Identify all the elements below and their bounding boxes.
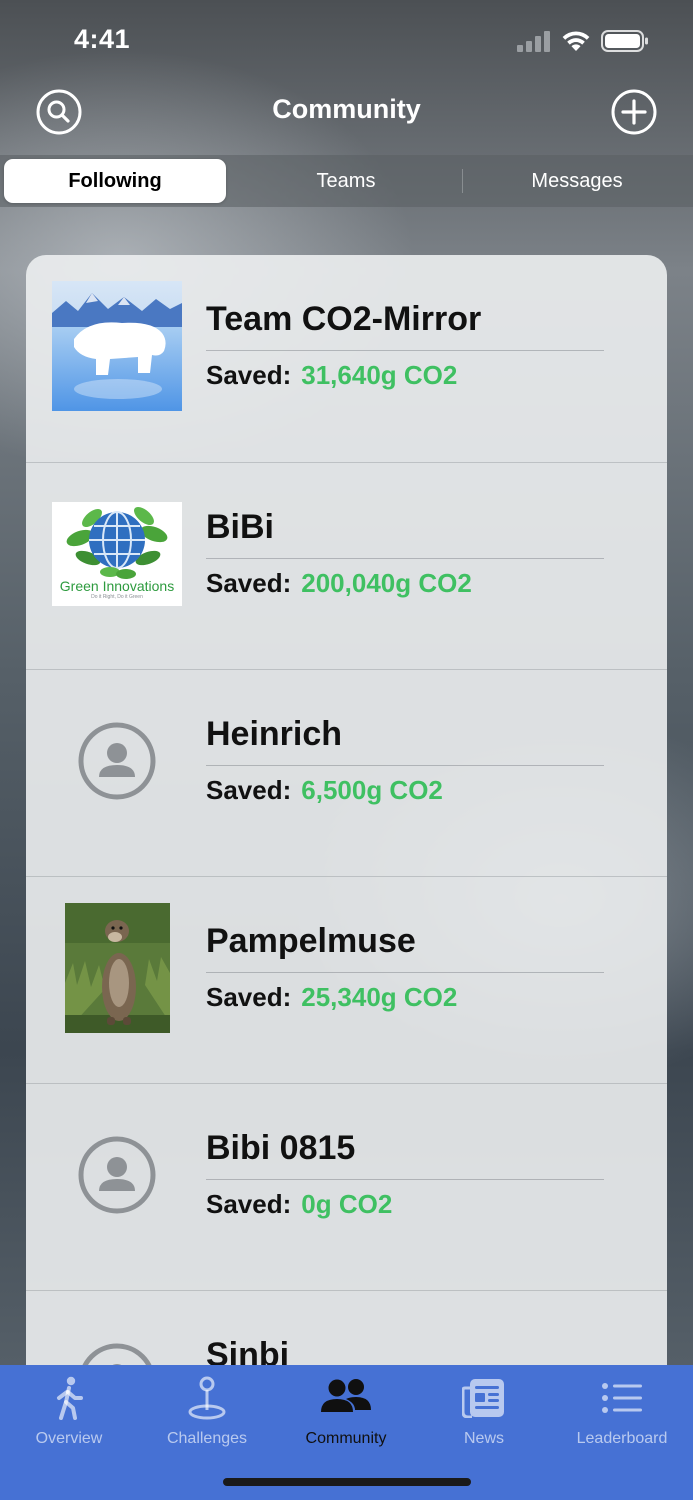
avatar [52, 281, 182, 411]
row-separator [206, 972, 604, 973]
add-button[interactable] [610, 88, 658, 136]
member-name: Heinrich [206, 715, 343, 753]
tab-label: Overview [35, 1430, 103, 1447]
list-item[interactable]: Green Innovations Do it Right, Do it Gre… [26, 462, 667, 670]
home-indicator [223, 1478, 471, 1486]
tab-icon-wrap [277, 1375, 415, 1421]
avatar [52, 903, 182, 1033]
member-name: Bibi 0815 [206, 1129, 356, 1167]
tab-community[interactable]: Community [277, 1375, 415, 1455]
people-icon [321, 1379, 371, 1412]
logo-tagline: Do it Right, Do it Green [91, 594, 143, 600]
avatar [52, 1110, 182, 1240]
row-separator [206, 765, 604, 766]
segment-teams[interactable]: Teams [235, 159, 457, 203]
tab-icon-wrap [553, 1375, 691, 1421]
saved-line: Saved: 0g CO2 [206, 1189, 392, 1220]
status-time: 4:41 [74, 24, 131, 54]
list-item[interactable]: Pampelmuse Saved: 25,340g CO2 [26, 876, 667, 1084]
list-item[interactable]: Team CO2-Mirror Saved: 31,640g CO2 [26, 255, 667, 462]
saved-label: Saved: [206, 775, 292, 805]
saved-value: 200,040g CO2 [301, 568, 472, 598]
walking-person-icon [57, 1376, 83, 1420]
status-icons [517, 28, 649, 54]
map-pin-icon [188, 1376, 226, 1420]
tab-icon-wrap [415, 1375, 553, 1421]
saved-label: Saved: [206, 982, 292, 1012]
saved-label: Saved: [206, 360, 292, 390]
tab-leaderboard[interactable]: Leaderboard [553, 1375, 691, 1455]
default-user-icon [78, 722, 156, 800]
tab-news[interactable]: News [415, 1375, 553, 1455]
polar-bear-image [52, 281, 182, 411]
newspaper-icon [462, 1379, 504, 1418]
navigation-bar: Community [0, 80, 693, 150]
segment-following[interactable]: Following [4, 159, 226, 203]
tab-label: Challenges [166, 1430, 248, 1447]
saved-line: Saved: 31,640g CO2 [206, 360, 457, 391]
logo-text: Green Innovations [59, 578, 175, 594]
saved-value: 6,500g CO2 [301, 775, 443, 805]
status-bar: 4:41 [0, 0, 693, 80]
following-list: Team CO2-Mirror Saved: 31,640g CO2 Green… [26, 255, 667, 1415]
segment-messages[interactable]: Messages [466, 159, 688, 203]
member-name: Team CO2-Mirror [206, 300, 482, 338]
cellular-signal-icon [517, 31, 550, 52]
saved-value: 25,340g CO2 [301, 982, 458, 1012]
row-separator [206, 558, 604, 559]
tab-label: News [463, 1430, 504, 1447]
globe-leaves-image [66, 507, 168, 579]
list-item[interactable]: Bibi 0815 Saved: 0g CO2 [26, 1083, 667, 1291]
saved-label: Saved: [206, 1189, 292, 1219]
saved-line: Saved: 200,040g CO2 [206, 568, 472, 599]
default-user-icon [78, 1136, 156, 1214]
green-innovations-logo: Green Innovations Do it Right, Do it Gre… [52, 502, 182, 606]
member-name: BiBi [206, 508, 274, 546]
saved-value: 31,640g CO2 [301, 360, 458, 390]
member-name: Pampelmuse [206, 922, 416, 960]
segment-divider [462, 169, 463, 193]
battery-icon [601, 30, 648, 52]
saved-line: Saved: 6,500g CO2 [206, 775, 443, 806]
tab-icon-wrap [0, 1375, 138, 1421]
row-separator [206, 350, 604, 351]
segmented-control: Following Teams Messages [0, 155, 693, 207]
avatar: Green Innovations Do it Right, Do it Gre… [52, 489, 182, 619]
otter-photo [64, 903, 170, 1033]
row-separator [206, 1179, 604, 1180]
tab-overview[interactable]: Overview [0, 1375, 138, 1455]
tab-label: Community [305, 1430, 387, 1447]
saved-label: Saved: [206, 568, 292, 598]
wifi-icon [562, 31, 590, 51]
list-icon [602, 1383, 642, 1413]
tab-challenges[interactable]: Challenges [138, 1375, 276, 1455]
tab-label: Leaderboard [576, 1430, 668, 1447]
plus-circle-icon [611, 89, 657, 135]
tab-icon-wrap [138, 1375, 276, 1421]
avatar [52, 696, 182, 826]
page-title: Community [272, 94, 421, 124]
saved-value: 0g CO2 [301, 1189, 393, 1219]
saved-line: Saved: 25,340g CO2 [206, 982, 457, 1013]
list-item[interactable]: Heinrich Saved: 6,500g CO2 [26, 669, 667, 877]
